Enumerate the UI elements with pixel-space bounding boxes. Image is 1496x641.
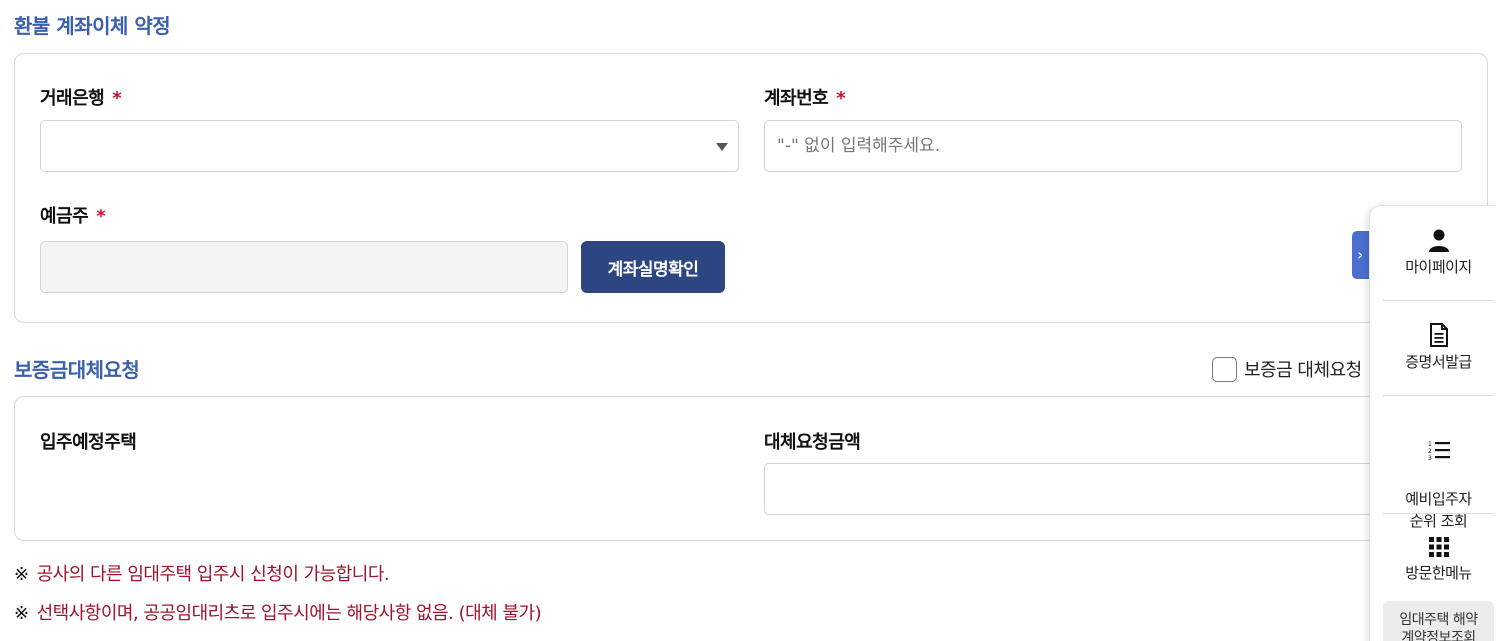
quick-menu-mypage-label: 마이페이지 bbox=[1405, 258, 1472, 276]
bank-label-text: 거래은행 bbox=[40, 88, 105, 109]
numbered-list-icon: 1 2 3 bbox=[1428, 441, 1450, 462]
bank-select[interactable] bbox=[40, 120, 739, 172]
quick-menu-visited[interactable]: 방문한메뉴 bbox=[1383, 536, 1494, 584]
holder-label-text: 예금주 bbox=[40, 206, 89, 227]
deposit-replace-checkbox-label[interactable]: 보증금 대체요청 bbox=[1244, 356, 1362, 382]
required-mark: * bbox=[112, 88, 122, 109]
deposit-section-title: 보증금대체요청 bbox=[14, 358, 140, 382]
refund-section-title: 환불 계좌이체 약정 bbox=[14, 14, 171, 38]
quick-menu-waitlist-label: 예비입주자 순위 조회 bbox=[1405, 490, 1472, 530]
dropdown-arrow-icon bbox=[716, 143, 728, 151]
note-2: ※ 선택사항이며, 공공임대리츠로 입주시에는 해당사항 없음. (대체 불가) bbox=[14, 599, 542, 625]
account-number-field bbox=[764, 120, 1462, 172]
quick-menu-certificate-label: 증명서발급 bbox=[1405, 353, 1472, 371]
note-mark: ※ bbox=[14, 603, 29, 624]
svg-text:3: 3 bbox=[1428, 455, 1432, 462]
required-mark: * bbox=[836, 88, 846, 109]
holder-field bbox=[40, 241, 568, 293]
account-label-text: 계좌번호 bbox=[764, 88, 829, 109]
quick-menu-divider bbox=[1383, 300, 1494, 301]
required-mark: * bbox=[96, 206, 106, 227]
quick-menu-waitlist[interactable]: 1 2 3 예비입주자 순위 조회 bbox=[1383, 418, 1494, 532]
note-1: ※ 공사의 다른 임대주택 입주시 신청이 가능합니다. bbox=[14, 560, 390, 586]
quick-menu: 마이페이지 증명서발급 1 2 3 예비입주자 순위 조회 방문한메뉴 임대주택… bbox=[1369, 205, 1496, 641]
grid-icon bbox=[1428, 537, 1449, 557]
deposit-replace-checkbox[interactable] bbox=[1212, 356, 1237, 382]
document-icon bbox=[1429, 323, 1448, 347]
holder-label: 예금주 * bbox=[40, 202, 106, 228]
note-mark: ※ bbox=[14, 564, 29, 585]
note-2-text: 선택사항이며, 공공임대리츠로 입주시에는 해당사항 없음. (대체 불가) bbox=[36, 603, 542, 624]
quick-menu-mypage[interactable]: 마이페이지 bbox=[1383, 228, 1494, 278]
quick-menu-cancel-contract[interactable]: 임대주택 해약 계약정보조회 bbox=[1383, 601, 1494, 641]
quick-menu-visited-label: 방문한메뉴 bbox=[1405, 564, 1472, 582]
svg-text:2: 2 bbox=[1428, 448, 1432, 455]
verify-account-button[interactable]: 계좌실명확인 bbox=[581, 241, 725, 293]
account-label: 계좌번호 * bbox=[764, 84, 846, 110]
house-label: 입주예정주택 bbox=[40, 432, 137, 453]
amount-label: 대체요청금액 bbox=[764, 432, 861, 453]
quick-menu-divider bbox=[1383, 513, 1494, 514]
note-1-text: 공사의 다른 임대주택 입주시 신청이 가능합니다. bbox=[36, 564, 390, 585]
bank-label: 거래은행 * bbox=[40, 84, 122, 110]
svg-text:1: 1 bbox=[1428, 441, 1432, 448]
amount-field[interactable] bbox=[764, 463, 1384, 515]
account-number-input[interactable] bbox=[765, 121, 1461, 171]
person-icon bbox=[1428, 229, 1449, 252]
deposit-replace-checkbox-row[interactable]: 보증금 대체요청 bbox=[1212, 356, 1362, 382]
quick-menu-certificate[interactable]: 증명서발급 bbox=[1383, 323, 1494, 373]
quick-menu-divider bbox=[1383, 395, 1494, 396]
